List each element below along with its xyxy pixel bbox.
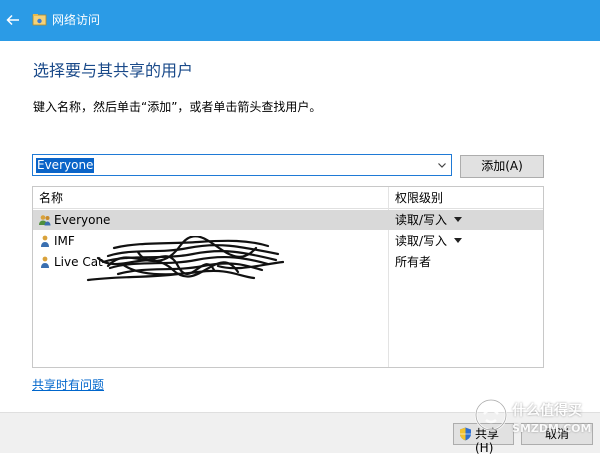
row-name: IMF (54, 234, 75, 248)
caret-down-icon[interactable] (454, 217, 462, 223)
user-icon (41, 235, 49, 247)
group-users-icon (39, 215, 51, 226)
list-row-everyone[interactable]: Everyone 读取/写入 (33, 210, 543, 230)
smzdm-watermark: 什么值得买 SMZDM.COM (474, 396, 594, 446)
user-name-combobox[interactable]: Everyone (32, 154, 452, 176)
row-permission[interactable]: 读取/写入 (395, 213, 447, 227)
row-permission: 所有者 (395, 255, 432, 269)
add-button[interactable]: 添加(A) (460, 155, 544, 178)
watermark-text: 什么值得买 (512, 403, 582, 419)
chevron-down-icon[interactable] (437, 160, 447, 170)
back-arrow-icon[interactable] (6, 13, 20, 27)
caret-down-icon[interactable] (454, 238, 462, 244)
title-bar: 网络访问 (0, 0, 600, 41)
user-icon (41, 256, 49, 268)
uac-shield-icon (460, 427, 471, 441)
network-folder-icon (32, 14, 47, 26)
page-heading: 选择要与其共享的用户 (33, 61, 194, 80)
row-name: Everyone (54, 213, 111, 227)
column-header-name[interactable]: 名称 (39, 191, 63, 205)
list-header: 名称 权限级别 (33, 187, 543, 209)
redaction-scribble (86, 236, 284, 282)
combo-selected-text[interactable]: Everyone (36, 158, 95, 173)
watermark-url: SMZDM.COM (512, 422, 592, 435)
instruction-text: 键入名称，然后单击“添加”，或者单击箭头查找用户。 (33, 100, 322, 114)
column-header-permission[interactable]: 权限级别 (395, 191, 443, 205)
row-permission[interactable]: 读取/写入 (395, 234, 447, 248)
sharing-help-link[interactable]: 共享时有问题 (32, 377, 104, 393)
smzdm-logo-icon (474, 398, 508, 432)
window-title: 网络访问 (52, 13, 101, 27)
